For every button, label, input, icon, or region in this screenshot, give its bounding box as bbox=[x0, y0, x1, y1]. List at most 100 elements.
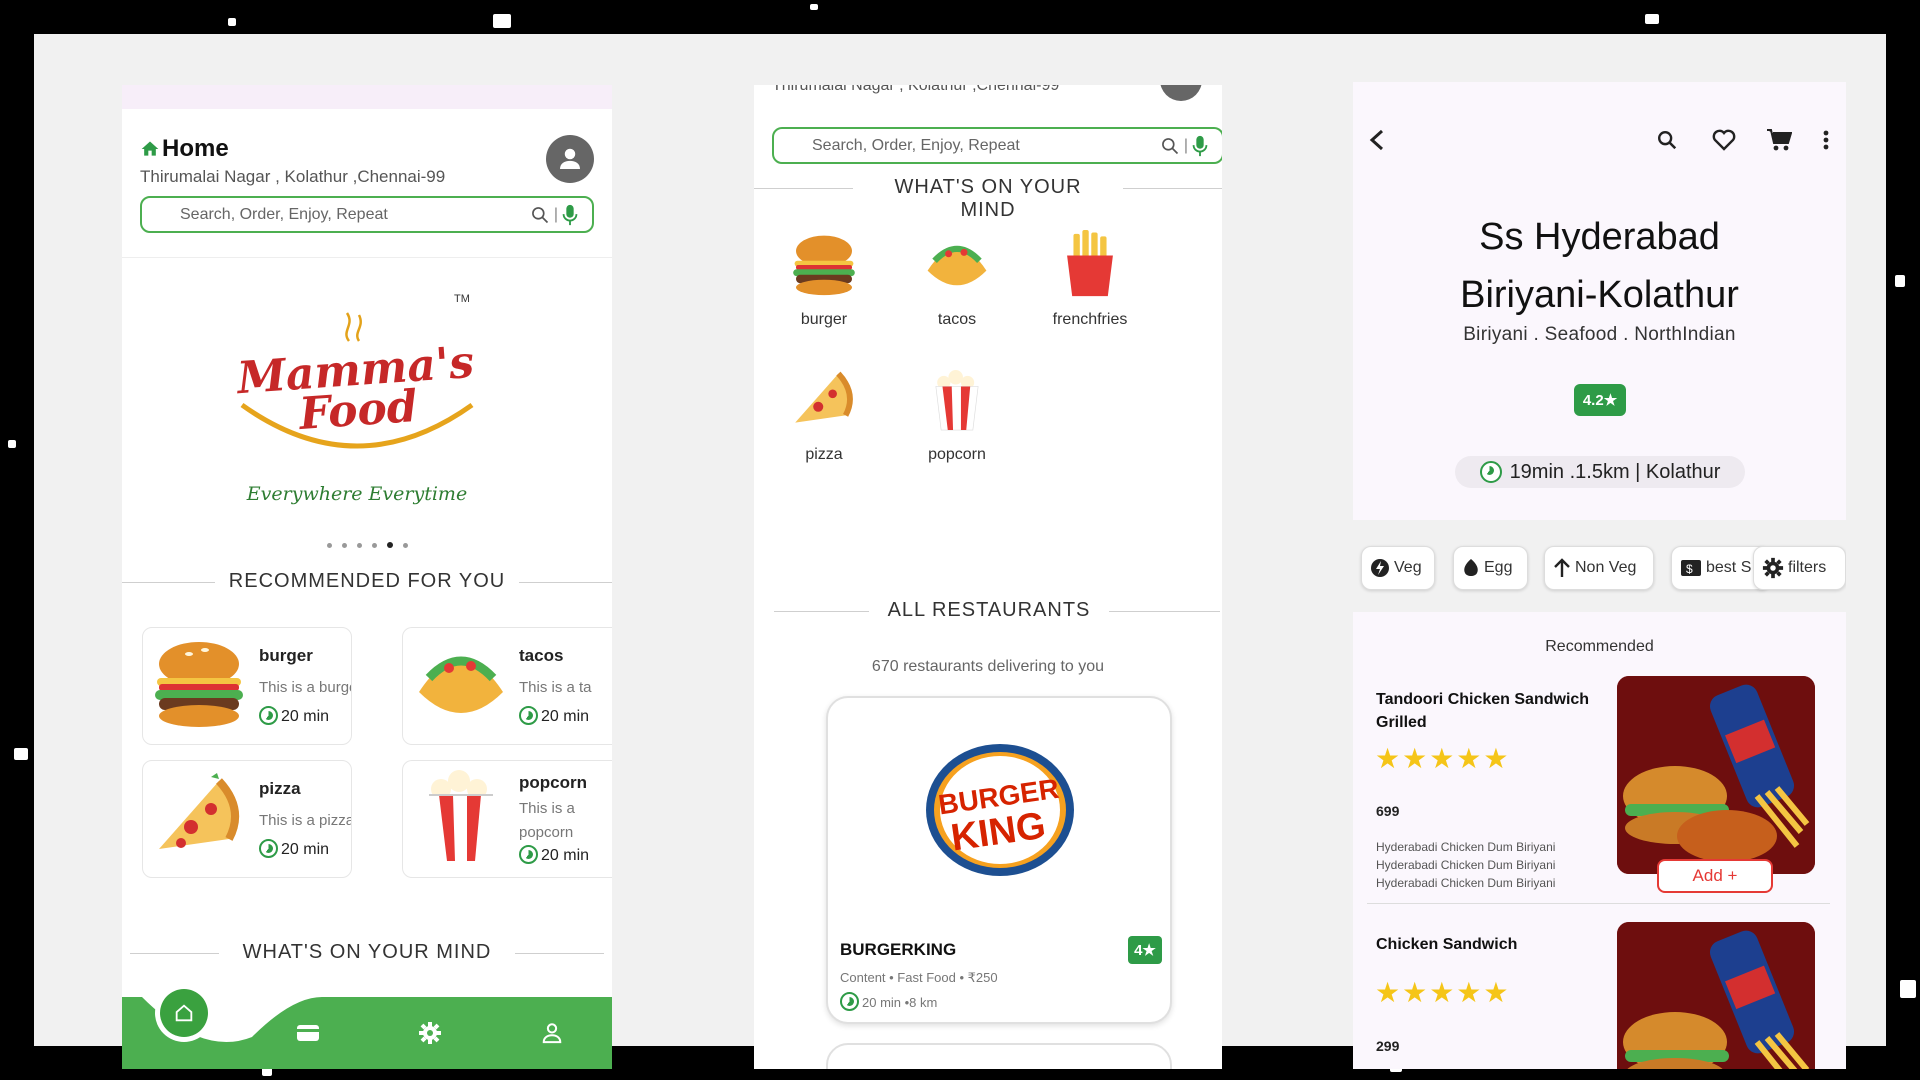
add-button[interactable]: Add + bbox=[1657, 859, 1773, 893]
pizza-image bbox=[795, 371, 853, 423]
burgerking-logo: BURGER KING bbox=[926, 744, 1074, 876]
header-divider bbox=[122, 257, 612, 258]
logo-swoosh bbox=[240, 402, 474, 449]
nav-home-button[interactable] bbox=[160, 989, 208, 1037]
restaurant-header: Ss Hyderabad Biriyani-Kolathur Biriyani … bbox=[1353, 82, 1846, 520]
search-input[interactable]: Search, Order, Enjoy, Repeat | bbox=[140, 196, 594, 233]
card-time: 20 min bbox=[259, 706, 329, 726]
search-input[interactable]: Search, Order, Enjoy, Repeat | bbox=[772, 127, 1222, 164]
arrow-up-icon bbox=[1554, 558, 1570, 577]
item-name: Tandoori Chicken Sandwich Grilled bbox=[1376, 691, 1590, 731]
search-icon bbox=[1658, 131, 1677, 150]
item-price: 299 bbox=[1376, 1038, 1400, 1054]
burger-image bbox=[155, 642, 243, 727]
speck bbox=[228, 18, 236, 26]
menu-item[interactable]: Tandoori Chicken Sandwich Grilled ★★★★★ … bbox=[1353, 676, 1846, 904]
recommended-card-popcorn[interactable]: popcorn This is a popcorn 20 min bbox=[402, 760, 612, 878]
search-button[interactable] bbox=[1649, 122, 1685, 158]
mic-icon[interactable] bbox=[562, 204, 578, 226]
category-burger[interactable]: burger bbox=[769, 230, 879, 350]
restaurant-name: BURGERKING bbox=[840, 940, 957, 959]
back-button[interactable] bbox=[1359, 122, 1395, 158]
category-pizza[interactable]: pizza bbox=[769, 365, 879, 485]
cart-button[interactable] bbox=[1761, 122, 1797, 158]
carousel-dot[interactable] bbox=[387, 542, 393, 548]
category-popcorn[interactable]: popcorn bbox=[902, 365, 1012, 485]
carousel-indicator[interactable] bbox=[327, 542, 408, 548]
delivery-address[interactable]: Thirumalai Nagar , Kolathur ,Chennai-99 bbox=[772, 85, 1112, 95]
delivery-address[interactable]: Thirumalai Nagar , Kolathur ,Chennai-99 bbox=[140, 167, 445, 187]
menu-item[interactable]: Chicken Sandwich ★★★★★ 299 bbox=[1353, 922, 1846, 1069]
card-desc: This is a popcorn bbox=[519, 800, 575, 841]
back-arrow-icon bbox=[1369, 129, 1384, 151]
recommended-card-burger[interactable]: burger This is a burger 20 min bbox=[142, 627, 352, 745]
bottom-nav bbox=[122, 989, 612, 1069]
clock-icon bbox=[840, 992, 859, 1011]
clock-icon bbox=[259, 839, 278, 858]
item-description: Hyderabadi Chicken Dum Biriyani Hyderabad… bbox=[1376, 840, 1556, 890]
carousel-dot[interactable] bbox=[403, 542, 408, 548]
rating-badge: 4★ bbox=[1128, 936, 1162, 964]
search-icon[interactable] bbox=[1160, 136, 1180, 156]
home-icon bbox=[141, 141, 159, 156]
heart-icon bbox=[1712, 129, 1736, 151]
chip-filters[interactable]: filters bbox=[1753, 546, 1846, 590]
carousel-dot[interactable] bbox=[372, 542, 377, 548]
status-bar bbox=[122, 85, 612, 109]
user-icon bbox=[560, 148, 580, 169]
speck bbox=[1895, 275, 1905, 287]
restaurant-detail-screen: Ss Hyderabad Biriyani-Kolathur Biriyani … bbox=[1353, 82, 1846, 1069]
menu-list: Recommended Tandoori Chicken Sandwich Gr… bbox=[1353, 612, 1846, 1069]
mammas-food-logo[interactable]: TM Mamma's Food Everywhere Everytime bbox=[232, 293, 482, 523]
all-restaurants-heading: ALL RESTAURANTS bbox=[869, 599, 1109, 622]
carousel-dot[interactable] bbox=[342, 542, 347, 548]
category-label: pizza bbox=[805, 446, 843, 463]
burger-image bbox=[793, 235, 855, 296]
card-title: tacos bbox=[519, 646, 564, 665]
nav-settings-button[interactable] bbox=[410, 1015, 450, 1051]
speck bbox=[8, 440, 16, 448]
card-desc: This is a pizza bbox=[259, 812, 352, 829]
carousel-dot[interactable] bbox=[357, 542, 362, 548]
restaurant-card-burgerking[interactable]: BURGER KING BURGERKING 4★ Content • Fast… bbox=[826, 696, 1172, 1024]
category-tacos[interactable]: tacos bbox=[902, 230, 1012, 350]
mic-icon[interactable] bbox=[1192, 135, 1208, 157]
item-divider bbox=[1367, 903, 1830, 904]
settings-icon bbox=[419, 1022, 441, 1044]
nav-wallet-button[interactable] bbox=[288, 1017, 328, 1049]
restaurant-eta: 20 min •8 km bbox=[840, 992, 937, 1011]
card-title: popcorn bbox=[519, 773, 587, 792]
search-icon[interactable] bbox=[530, 205, 550, 225]
pizza-image bbox=[159, 773, 239, 849]
popcorn-image bbox=[935, 369, 979, 431]
popcorn-image bbox=[429, 770, 493, 861]
more-options-button[interactable] bbox=[1815, 122, 1837, 158]
chip-egg[interactable]: Egg bbox=[1453, 546, 1528, 590]
clock-icon bbox=[519, 845, 538, 864]
speck bbox=[810, 4, 818, 10]
cart-icon bbox=[1767, 129, 1792, 151]
settings-icon bbox=[1762, 557, 1784, 579]
card-title: burger bbox=[259, 646, 313, 665]
speck bbox=[493, 14, 511, 28]
nav-profile-button[interactable] bbox=[532, 1015, 572, 1051]
chip-non-veg[interactable]: Non Veg bbox=[1544, 546, 1654, 590]
favorite-button[interactable] bbox=[1706, 122, 1742, 158]
item-rating-stars: ★★★★★ bbox=[1375, 743, 1511, 774]
avatar[interactable] bbox=[1160, 85, 1202, 101]
category-label: frenchfries bbox=[1052, 311, 1128, 328]
recommended-card-pizza[interactable]: pizza This is a pizza 20 min bbox=[142, 760, 352, 878]
carousel-dot[interactable] bbox=[327, 542, 332, 548]
tacos-image bbox=[419, 656, 503, 713]
mind-heading: WHAT'S ON YOUR MIND bbox=[219, 941, 515, 964]
wallet-icon bbox=[297, 1025, 319, 1041]
recommended-card-tacos[interactable]: tacos This is a ta 20 min bbox=[402, 627, 612, 745]
avatar[interactable] bbox=[546, 135, 594, 183]
category-frenchfries[interactable]: frenchfries bbox=[1035, 230, 1145, 350]
trademark: TM bbox=[454, 293, 470, 305]
home-title[interactable]: Home bbox=[140, 135, 229, 163]
home-icon bbox=[175, 1004, 193, 1022]
restaurant-card-next[interactable] bbox=[826, 1043, 1172, 1069]
chip-veg[interactable]: Veg bbox=[1361, 546, 1435, 590]
screens-canvas: Home Thirumalai Nagar , Kolathur ,Chenna… bbox=[34, 34, 1886, 1069]
